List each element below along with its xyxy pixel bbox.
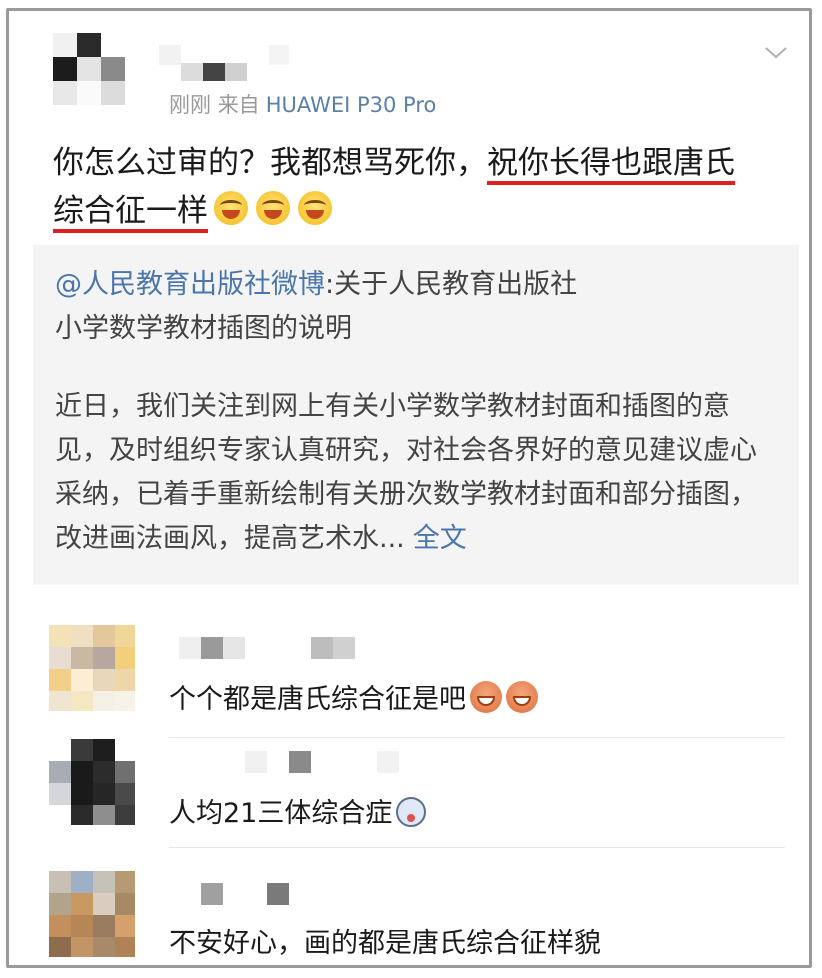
repost-title-line2: 小学数学教材插图的说明 bbox=[55, 313, 352, 344]
grinning-sweat-emoji-icon bbox=[298, 191, 332, 225]
comment-text: 不安好心，画的都是唐氏综合征样貌 bbox=[169, 921, 601, 960]
comment-text: 人均21三体综合症 bbox=[169, 791, 427, 830]
mention-link[interactable]: @人民教育出版社微博 bbox=[55, 269, 325, 300]
repost-title: :关于人民教育出版社 bbox=[325, 269, 578, 300]
emoji-group bbox=[214, 191, 332, 225]
comment-item: 人均21三体综合症 bbox=[9, 739, 809, 859]
repost-content: @人民教育出版社微博:关于人民教育出版社 小学数学教材插图的说明 近日，我们关注… bbox=[55, 263, 775, 561]
repost-body-text: 近日，我们关注到网上有关小学数学教材封面和插图的意见，及时组织专家认真研究，对社… bbox=[55, 391, 757, 554]
post-device[interactable]: HUAWEI P30 Pro bbox=[266, 93, 437, 117]
repost-card[interactable]: @人民教育出版社微博:关于人民教育出版社 小学数学教材插图的说明 近日，我们关注… bbox=[33, 245, 799, 585]
username-blurred[interactable] bbox=[179, 637, 379, 663]
avatar-blurred[interactable] bbox=[49, 871, 135, 957]
chevron-down-icon[interactable] bbox=[763, 39, 789, 65]
comment-item: 个个都是唐氏综合征是吧 bbox=[9, 625, 809, 745]
shocked-face-emoji-icon bbox=[396, 797, 427, 827]
comment-text: 个个都是唐氏综合征是吧 bbox=[169, 677, 538, 716]
post-text-highlight-1: 祝你长得也跟唐氏 bbox=[487, 145, 735, 185]
avatar-blurred[interactable] bbox=[49, 739, 135, 825]
comment-divider bbox=[169, 737, 785, 738]
post-meta: 刚刚 来自 HUAWEI P30 Pro bbox=[169, 89, 436, 119]
post-text-highlight-2: 综合征一样 bbox=[53, 193, 208, 233]
comment-divider bbox=[169, 847, 785, 848]
username-blurred[interactable] bbox=[179, 883, 379, 909]
post-header: 刚刚 来自 HUAWEI P30 Pro bbox=[9, 11, 809, 121]
avatar-blurred[interactable] bbox=[49, 625, 135, 711]
full-text-link[interactable]: 全文 bbox=[413, 523, 467, 554]
post-content: 你怎么过审的？我都想骂死你，祝你长得也跟唐氏 综合征一样 bbox=[53, 139, 793, 235]
laughing-emoji-icon bbox=[506, 681, 538, 713]
grinning-sweat-emoji-icon bbox=[214, 191, 248, 225]
post-text-plain: 你怎么过审的？我都想骂死你， bbox=[53, 145, 487, 181]
post-time: 刚刚 bbox=[169, 93, 211, 117]
laughing-emoji-icon bbox=[470, 681, 502, 713]
comment-text-content: 不安好心，画的都是唐氏综合征样貌 bbox=[169, 928, 601, 959]
comment-text-content: 个个都是唐氏综合征是吧 bbox=[169, 684, 466, 715]
post-source-prefix: 来自 bbox=[217, 93, 260, 117]
comment-item: 不安好心，画的都是唐氏综合征样貌 bbox=[9, 871, 809, 965]
comment-text-content: 人均21三体综合症 bbox=[169, 798, 393, 829]
username-blurred[interactable] bbox=[159, 41, 299, 81]
weibo-post-card: 刚刚 来自 HUAWEI P30 Pro 你怎么过审的？我都想骂死你，祝你长得也跟… bbox=[6, 8, 812, 968]
avatar-blurred[interactable] bbox=[53, 33, 125, 105]
grinning-sweat-emoji-icon bbox=[256, 191, 290, 225]
username-blurred[interactable] bbox=[179, 751, 399, 777]
repost-body: 近日，我们关注到网上有关小学数学教材封面和插图的意见，及时组织专家认真研究，对社… bbox=[55, 385, 775, 561]
